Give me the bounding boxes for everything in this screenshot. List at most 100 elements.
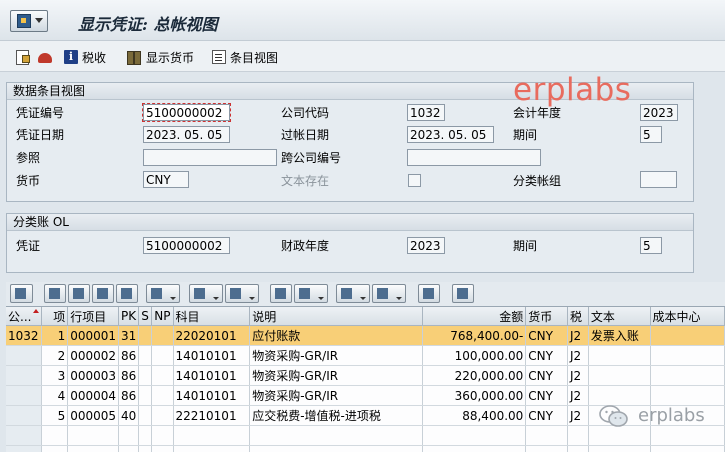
cell-item[interactable]: 3	[42, 366, 68, 386]
ledger-fy-field[interactable]: 2023	[407, 237, 445, 254]
find-next-button[interactable]	[116, 284, 138, 303]
cell-amount[interactable]: 220,000.00	[423, 366, 526, 386]
sum-button[interactable]	[189, 284, 223, 303]
cell-company[interactable]	[6, 346, 42, 366]
cell-tax[interactable]: J2	[567, 366, 588, 386]
display-hat-button[interactable]	[38, 48, 56, 66]
cell-currency[interactable]: CNY	[526, 326, 568, 346]
cell-line-item[interactable]: 000001	[68, 326, 119, 346]
col-header-account[interactable]: 科目	[173, 307, 250, 326]
cell-amount[interactable]: 360,000.00	[423, 386, 526, 406]
info-grid-button[interactable]	[452, 284, 474, 303]
cell-cost-center[interactable]	[650, 386, 724, 406]
col-header-description[interactable]: 说明	[250, 307, 423, 326]
cell-np[interactable]	[152, 366, 173, 386]
cell-tax[interactable]: J2	[567, 326, 588, 346]
cell-s[interactable]	[139, 346, 152, 366]
reference-field[interactable]	[143, 149, 277, 166]
display-currency-button[interactable]: 显示货币	[126, 48, 194, 66]
col-header-tax[interactable]: 税	[567, 307, 588, 326]
ledger-doc-field[interactable]: 5100000002	[143, 237, 230, 254]
cell-account[interactable]: 14010101	[173, 346, 250, 366]
cell-np[interactable]	[152, 326, 173, 346]
cell-item[interactable]: 4	[42, 386, 68, 406]
cell-line-item[interactable]: 000004	[68, 386, 119, 406]
cell-item[interactable]: 5	[42, 406, 68, 426]
cell-account[interactable]: 22210101	[173, 406, 250, 426]
cell-item[interactable]: 2	[42, 346, 68, 366]
cell-cost-center[interactable]	[650, 346, 724, 366]
col-header-amount[interactable]: 金额	[423, 307, 526, 326]
cell-pk[interactable]: 86	[119, 386, 139, 406]
cell-s[interactable]	[139, 406, 152, 426]
doc-date-field[interactable]: 2023. 05. 05	[143, 126, 230, 143]
cell-company[interactable]	[6, 386, 42, 406]
posting-date-field[interactable]: 2023. 05. 05	[407, 126, 494, 143]
cell-text[interactable]	[588, 366, 650, 386]
col-header-cost-center[interactable]: 成本中心	[650, 307, 724, 326]
cross-cc-field[interactable]	[407, 149, 541, 166]
cell-text[interactable]: 发票入账	[588, 326, 650, 346]
subtotal-button[interactable]	[225, 284, 259, 303]
sort-descending-button[interactable]	[68, 284, 90, 303]
graphic-button[interactable]	[418, 284, 440, 303]
views-button[interactable]	[294, 284, 328, 303]
cell-amount[interactable]: 88,400.00	[423, 406, 526, 426]
cell-account[interactable]: 14010101	[173, 366, 250, 386]
details-button[interactable]	[10, 284, 33, 303]
document-overview-button[interactable]	[16, 48, 33, 66]
cell-description[interactable]: 物资采购-GR/IR	[250, 366, 423, 386]
ledger-group-field[interactable]	[640, 171, 677, 188]
table-row[interactable]: 40000048614010101物资采购-GR/IR360,000.00CNY…	[6, 386, 725, 406]
col-header-np[interactable]: NP	[152, 307, 173, 326]
export-button[interactable]	[336, 284, 370, 303]
cell-tax[interactable]: J2	[567, 346, 588, 366]
cell-company[interactable]: 1032	[6, 326, 42, 346]
cell-s[interactable]	[139, 326, 152, 346]
ledger-period-field[interactable]: 5	[640, 237, 662, 254]
cell-pk[interactable]: 86	[119, 346, 139, 366]
cell-amount[interactable]: 768,400.00-	[423, 326, 526, 346]
cell-pk[interactable]: 31	[119, 326, 139, 346]
tax-button[interactable]: i 税收	[64, 48, 106, 66]
fiscal-year-field[interactable]: 2023	[640, 104, 678, 121]
cell-description[interactable]: 应付账款	[250, 326, 423, 346]
cell-s[interactable]	[139, 366, 152, 386]
cell-np[interactable]	[152, 406, 173, 426]
col-header-s[interactable]: S	[139, 307, 152, 326]
find-button[interactable]	[92, 284, 114, 303]
cell-line-item[interactable]: 000005	[68, 406, 119, 426]
cell-tax[interactable]: J2	[567, 386, 588, 406]
cell-pk[interactable]: 86	[119, 366, 139, 386]
col-header-line-item[interactable]: 行项目	[68, 307, 119, 326]
cell-cost-center[interactable]	[650, 366, 724, 386]
entry-view-button[interactable]: 条目视图	[212, 48, 278, 66]
col-header-pk[interactable]: PK	[119, 307, 139, 326]
doc-no-field[interactable]: 5100000002	[143, 104, 230, 121]
cell-company[interactable]	[6, 406, 42, 426]
cell-description[interactable]: 物资采购-GR/IR	[250, 386, 423, 406]
cell-s[interactable]	[139, 386, 152, 406]
filter-button[interactable]	[146, 284, 180, 303]
cell-account[interactable]: 22020101	[173, 326, 250, 346]
table-row[interactable]: 30000038614010101物资采购-GR/IR220,000.00CNY…	[6, 366, 725, 386]
cell-currency[interactable]: CNY	[526, 346, 568, 366]
col-header-text[interactable]: 文本	[588, 307, 650, 326]
system-menu-button[interactable]	[10, 10, 48, 32]
cell-np[interactable]	[152, 346, 173, 366]
company-code-field[interactable]: 1032	[407, 104, 445, 121]
cell-pk[interactable]: 40	[119, 406, 139, 426]
cell-cost-center[interactable]	[650, 326, 724, 346]
cell-item[interactable]: 1	[42, 326, 68, 346]
cell-text[interactable]	[588, 386, 650, 406]
text-exists-checkbox[interactable]	[408, 174, 421, 187]
cell-description[interactable]: 应交税费-增值税-进项税	[250, 406, 423, 426]
period-field[interactable]: 5	[640, 126, 662, 143]
col-header-currency[interactable]: 货币	[526, 307, 568, 326]
currency-field[interactable]: CNY	[143, 171, 189, 188]
table-row[interactable]: 20000028614010101物资采购-GR/IR100,000.00CNY…	[6, 346, 725, 366]
layout-button[interactable]	[372, 284, 406, 303]
col-header-item[interactable]: 项	[42, 307, 68, 326]
cell-account[interactable]: 14010101	[173, 386, 250, 406]
print-button[interactable]	[270, 284, 292, 303]
